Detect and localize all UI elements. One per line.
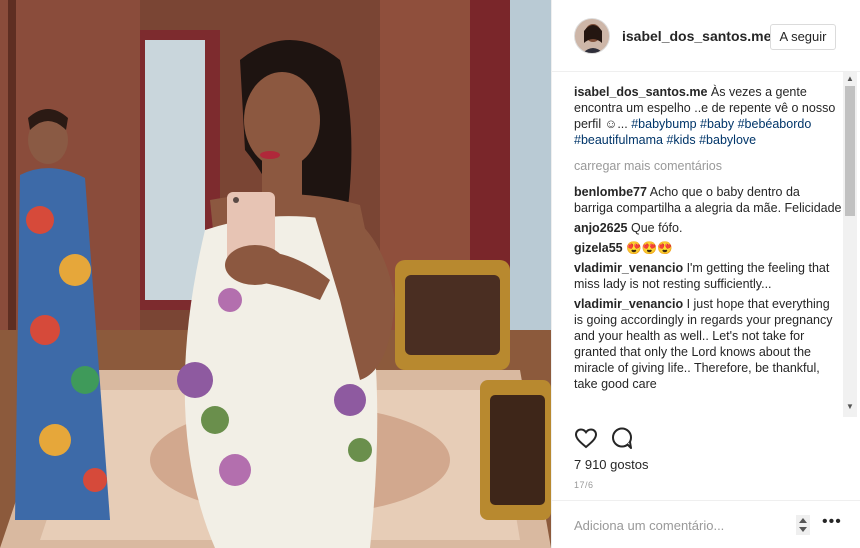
comments-list: isabel_dos_santos.me Às vezes a gente en… [574, 84, 842, 416]
post-details-panel: isabel_dos_santos.me A seguir isabel_dos… [551, 0, 860, 548]
comments-scrollbar[interactable]: ▲ ▼ [843, 72, 857, 417]
post-header: isabel_dos_santos.me A seguir [552, 0, 860, 72]
comment-bubble-icon[interactable] [610, 426, 634, 450]
hashtag-link[interactable]: #bebéabordo [738, 117, 812, 131]
post-date[interactable]: 17/6 [574, 480, 594, 490]
photo-illustration [0, 0, 551, 548]
comment-item: benlombe77 Acho que o baby dentro da bar… [574, 184, 842, 216]
comment-item: vladimir_venancio I'm getting the feelin… [574, 260, 842, 292]
hashtag-link[interactable]: #beautifulmama [574, 133, 663, 147]
caption: isabel_dos_santos.me Às vezes a gente en… [574, 84, 842, 148]
post-photo[interactable] [0, 0, 551, 548]
comment-item: anjo2625 Que fófo. [574, 220, 842, 236]
more-options-button[interactable]: ••• [822, 513, 842, 531]
comment-text: 😍😍😍 [626, 241, 673, 255]
avatar-image [575, 19, 609, 53]
add-comment-bar: ••• [552, 500, 860, 548]
stepper-icon[interactable] [796, 515, 810, 535]
load-more-comments-link[interactable]: carregar mais comentários [574, 158, 842, 174]
scroll-up-arrow-icon[interactable]: ▲ [846, 74, 854, 83]
comment-username[interactable]: gizela55 [574, 241, 623, 255]
comment-item: vladimir_venancio I just hope that every… [574, 296, 842, 392]
comment-username[interactable]: vladimir_venancio [574, 261, 683, 275]
hashtag-link[interactable]: #baby [700, 117, 734, 131]
hashtag-link[interactable]: #babybump [631, 117, 696, 131]
post-actions [574, 426, 844, 454]
instagram-post-viewer: isabel_dos_santos.me A seguir isabel_dos… [0, 0, 860, 548]
likes-count[interactable]: 7 910 gostos [574, 457, 648, 472]
comment-text: I just hope that everything is going acc… [574, 297, 833, 391]
comment-item: gizela55 😍😍😍 [574, 240, 842, 256]
comment-username[interactable]: benlombe77 [574, 185, 647, 199]
caption-username[interactable]: isabel_dos_santos.me [574, 85, 707, 99]
hashtag-link[interactable]: #kids [666, 133, 695, 147]
following-button[interactable]: A seguir [770, 24, 836, 50]
add-comment-input[interactable] [574, 515, 774, 535]
scroll-thumb[interactable] [845, 86, 855, 216]
comment-username[interactable]: vladimir_venancio [574, 297, 683, 311]
avatar[interactable] [574, 18, 610, 54]
comment-username[interactable]: anjo2625 [574, 221, 628, 235]
comment-text: Que fófo. [631, 221, 683, 235]
header-username[interactable]: isabel_dos_santos.me [622, 28, 771, 44]
hashtag-link[interactable]: #babylove [699, 133, 756, 147]
scroll-down-arrow-icon[interactable]: ▼ [846, 402, 854, 411]
heart-icon[interactable] [574, 426, 598, 450]
